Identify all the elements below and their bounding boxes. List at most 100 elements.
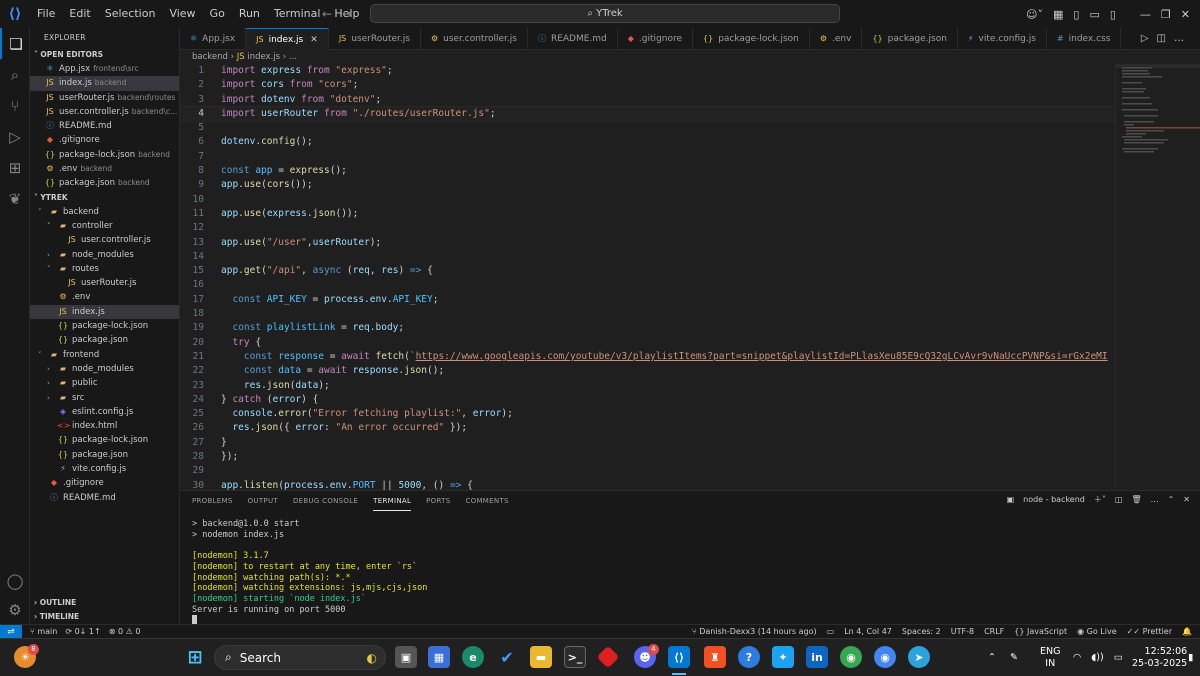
open-editor-item[interactable]: JS index.js backend [30,76,179,91]
tab-index-css[interactable]: # index.css [1047,28,1122,50]
tab-app-jsx[interactable]: ⚛ App.jsx [180,28,247,50]
source-control-icon[interactable]: ⑂ [0,90,30,121]
pen-icon[interactable]: ✎ [1010,652,1018,663]
menu-item-view[interactable]: View [162,0,202,28]
minimize-icon[interactable]: — [1140,8,1151,21]
open-editors-header[interactable]: ˅ OPEN EDITORS [30,48,179,62]
nav-arrows[interactable]: ←→ [322,0,362,28]
command-center-search[interactable]: ⌕ YTrek [370,4,840,23]
menu-item-run[interactable]: Run [232,0,267,28]
tree-file[interactable]: ◆ .gitignore [30,476,179,490]
linkedin-icon[interactable]: in [806,646,828,668]
menu-item-go[interactable]: Go [203,0,232,28]
menu-item-edit[interactable]: Edit [62,0,97,28]
tree-file[interactable]: {} package.json [30,333,179,347]
restore-icon[interactable]: ❐ [1161,8,1171,21]
remote-icon[interactable]: ⇌ [0,624,22,639]
panel-tab-output[interactable]: OUTPUT [248,492,278,510]
vscode-taskbar-icon[interactable]: ⟨⟩ [668,646,690,668]
tab-package-json[interactable]: {} package.json [862,28,958,50]
tree-file[interactable]: JS user.controller.js [30,233,179,247]
tree-file[interactable]: {} package.json [30,448,179,462]
breadcrumb-file[interactable]: index.js [247,52,280,62]
tab-readme-md[interactable]: ⓘ README.md [528,28,618,50]
open-editor-item[interactable]: {} package.json backend [30,176,179,190]
toggle-secondary-icon[interactable]: ▯ [1110,8,1116,21]
panel-tab-problems[interactable]: PROBLEMS [192,492,233,510]
forward-arrow-icon[interactable]: → [342,7,362,21]
maximize-panel-icon[interactable]: ⌃ [1168,495,1175,504]
tree-file[interactable]: ⚡ vite.config.js [30,462,179,476]
git-blame[interactable]: ⑂ Danish-Dexx3 (14 hours ago) [692,625,817,639]
zoom-icon[interactable]: ▭ [827,625,835,639]
open-editor-item[interactable]: JS userRouter.js backend\routes [30,91,179,105]
terminal-name[interactable]: node - backend [1023,495,1085,504]
close-icon[interactable]: ✕ [1181,8,1190,21]
new-terminal-icon[interactable]: ＋˅ [1094,494,1106,505]
split-editor-icon[interactable]: ◫ [1157,33,1174,44]
tree-file[interactable]: JS index.js [30,304,179,320]
tab-package-lock-json[interactable]: {} package-lock.json [693,28,810,50]
tree-file[interactable]: {} package-lock.json [30,319,179,333]
encoding[interactable]: UTF-8 [951,625,974,639]
toggle-panel-icon[interactable]: ▭ [1089,8,1099,21]
explorer-icon[interactable]: ❏ [0,28,30,59]
language-indicator[interactable]: ENG IN [1040,639,1060,676]
code-editor[interactable]: 1 import express from "express"; 2 import … [180,64,1115,490]
tab-index-js[interactable]: JS index.js ✕ [246,28,329,50]
tree-file[interactable]: JS userRouter.js [30,276,179,290]
tree-folder[interactable]: › ▰ node_modules [30,248,179,262]
mongodb-icon[interactable]: ❦ [0,183,30,214]
go-live-button[interactable]: ◉ Go Live [1077,625,1117,639]
task-view-icon[interactable]: ▣ [395,646,417,668]
tab--gitignore[interactable]: ◆ .gitignore [618,28,693,50]
account-icon[interactable]: ◯ [0,565,30,596]
tree-folder[interactable]: › ▰ node_modules [30,362,179,376]
indentation[interactable]: Spaces: 2 [902,625,941,639]
line-ending[interactable]: CRLF [984,625,1004,639]
more-icon[interactable]: … [1151,495,1159,504]
open-editor-item[interactable]: {} package-lock.json backend [30,148,179,162]
tray-overflow-icon[interactable]: ⌃ [988,652,996,663]
back-arrow-icon[interactable]: ← [322,7,342,21]
branch-status[interactable]: ⑂ main [30,627,57,636]
open-editor-item[interactable]: ⓘ README.md [30,119,179,133]
menu-item-selection[interactable]: Selection [98,0,163,28]
tab-vite-config-js[interactable]: ⚡ vite.config.js [958,28,1047,50]
tree-file[interactable]: <> index.html [30,419,179,433]
menu-item-file[interactable]: File [30,0,62,28]
store-icon[interactable]: ▦ [428,646,450,668]
problems-status[interactable]: ⊗ 0 ⚠ 0 [109,627,141,636]
tab-userrouter-js[interactable]: JS userRouter.js [329,28,421,50]
breadcrumb-folder[interactable]: backend [192,52,228,62]
open-editor-item[interactable]: ⚛ App.jsx frontend\src [30,62,179,76]
more-actions-icon[interactable]: … [1174,33,1192,44]
terminal-output[interactable]: > backend@1.0.0 start > nodemon index.js … [180,511,1200,627]
tree-folder[interactable]: ˅ ▰ backend [30,205,179,219]
taskbar-search[interactable]: ⌕ Search ◐ [214,645,386,670]
quick-settings[interactable]: ◠ ◖)) ▭ [1073,639,1123,676]
breadcrumb-tail[interactable]: ... [289,52,297,62]
timeline-header[interactable]: › TIMELINE [30,610,179,624]
outline-header[interactable]: › OUTLINE [30,596,179,610]
panel-tab-terminal[interactable]: TERMINAL [373,492,412,511]
copilot-icon[interactable]: ☺˅ [1026,8,1043,21]
settings-gear-icon[interactable]: ⚙ [0,594,30,625]
twitter-icon[interactable]: ✦ [772,646,794,668]
help-icon[interactable]: ? [738,646,760,668]
tree-file[interactable]: {} package-lock.json [30,433,179,447]
sync-status[interactable]: ⟳ 0↓ 1↑ [65,627,100,636]
panel-tab-ports[interactable]: PORTS [426,492,450,510]
tree-folder[interactable]: › ▰ public [30,376,179,390]
app-red-icon[interactable] [596,645,620,669]
close-panel-icon[interactable]: ✕ [1183,495,1190,504]
open-editor-item[interactable]: ⚙ .env backend [30,162,179,176]
chrome-icon[interactable]: ◉ [840,646,862,668]
terminal-app-icon[interactable]: >_ [564,646,586,668]
windows-start-icon[interactable]: ⊞ [184,646,206,668]
prettier-status[interactable]: ✓✓ Prettier [1127,625,1172,639]
tree-folder[interactable]: › ▰ src [30,391,179,405]
tab-user-controller-js[interactable]: ⚙ user.controller.js [421,28,528,50]
toggle-sidebar-icon[interactable]: ▯ [1073,8,1079,21]
cursor-position[interactable]: Ln 4, Col 47 [844,625,892,639]
